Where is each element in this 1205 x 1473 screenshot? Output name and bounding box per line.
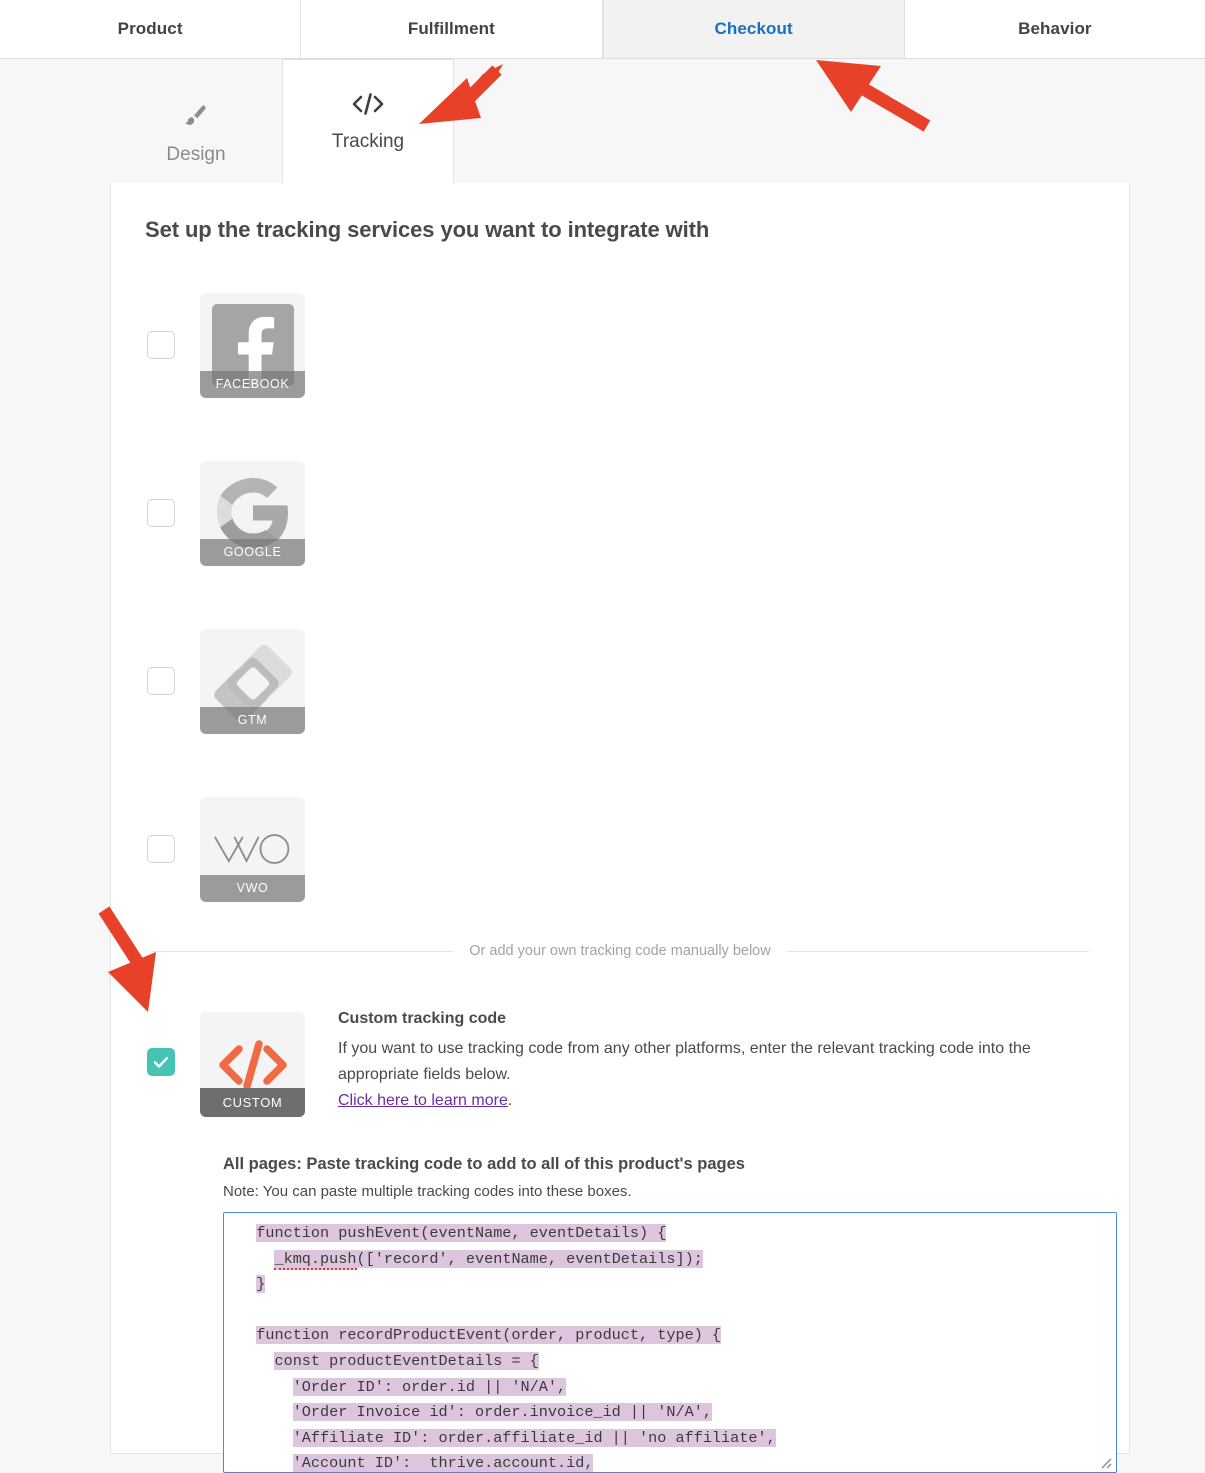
service-row-google: GOOGLE [145, 429, 1095, 597]
gtm-icon [212, 640, 294, 722]
tab-fulfillment-label: Fulfillment [407, 19, 495, 38]
page-title: Set up the tracking services you want to… [145, 217, 710, 242]
checkbox-vwo[interactable] [147, 835, 175, 863]
vwo-icon [212, 808, 294, 890]
custom-tracking-title: Custom tracking code [338, 1010, 507, 1027]
divider-line-left [151, 950, 454, 952]
google-icon [212, 472, 294, 554]
service-tile-vwo[interactable]: VWO [200, 796, 305, 902]
service-tile-gtm[interactable]: GTM [200, 628, 305, 734]
secondary-tab-bar: Design Tracking [110, 59, 454, 184]
subtab-tracking-label: Tracking [331, 131, 405, 152]
tab-fulfillment[interactable]: Fulfillment [301, 0, 603, 58]
service-row-gtm: GTM [145, 597, 1095, 765]
tab-product-label: Product [117, 19, 183, 38]
learn-more-suffix: . [507, 1091, 513, 1109]
subtab-design[interactable]: Design [110, 81, 282, 184]
learn-more-link[interactable]: Click here to learn more [338, 1092, 508, 1109]
paintbrush-icon [181, 100, 211, 134]
divider-label: Or add your own tracking code manually b… [469, 943, 771, 959]
custom-tracking-description: If you want to use tracking code from an… [338, 1036, 1078, 1114]
tracking-code-textarea[interactable]: function pushEvent(eventName, eventDetai… [223, 1212, 1117, 1473]
tracking-settings-card: Set up the tracking services you want to… [110, 183, 1130, 1473]
arrow-pointer-checkout-tab [816, 60, 931, 132]
checkbox-custom-tracking[interactable] [147, 1048, 175, 1076]
custom-tracking-row: CUSTOM Custom tracking code If you want … [145, 1004, 1095, 1117]
service-tile-custom[interactable]: CUSTOM [200, 1012, 305, 1117]
tab-product[interactable]: Product [0, 0, 302, 58]
custom-tracking-text: Custom tracking code If you want to use … [338, 1004, 1078, 1114]
checkbox-facebook[interactable] [147, 331, 175, 359]
service-row-facebook: FACEBOOK [145, 261, 1095, 429]
service-tile-facebook[interactable]: FACEBOOK [200, 292, 305, 398]
custom-tracking-description-text: If you want to use tracking code from an… [338, 1040, 1031, 1083]
tab-checkout[interactable]: Checkout [602, 0, 905, 58]
primary-tab-bar: Product Fulfillment Checkout Behavior [0, 0, 1205, 59]
subtab-tracking[interactable]: Tracking [282, 59, 454, 184]
custom-code-icon [200, 1012, 305, 1117]
subtab-design-label: Design [166, 144, 226, 165]
service-tile-google[interactable]: GOOGLE [200, 460, 305, 566]
code-brackets-icon [351, 87, 385, 121]
tab-behavior-label: Behavior [1018, 19, 1092, 38]
tracking-services-list: FACEBOOK GOOGLE GTM VWO [145, 261, 1095, 933]
code-field-label: All pages: Paste tracking code to add to… [223, 1155, 745, 1173]
manual-code-divider: Or add your own tracking code manually b… [151, 943, 1089, 959]
all-pages-code-block: All pages: Paste tracking code to add to… [145, 1155, 1117, 1473]
code-field-note: Note: You can paste multiple tracking co… [223, 1183, 632, 1200]
divider-line-right [786, 950, 1089, 952]
tracking-code-content: function pushEvent(eventName, eventDetai… [256, 1224, 776, 1473]
tab-checkout-label: Checkout [714, 19, 793, 38]
service-row-vwo: VWO [145, 765, 1095, 933]
checkbox-gtm[interactable] [147, 667, 175, 695]
checkbox-google[interactable] [147, 499, 175, 527]
facebook-icon [211, 304, 294, 386]
tab-behavior[interactable]: Behavior [904, 0, 1205, 58]
